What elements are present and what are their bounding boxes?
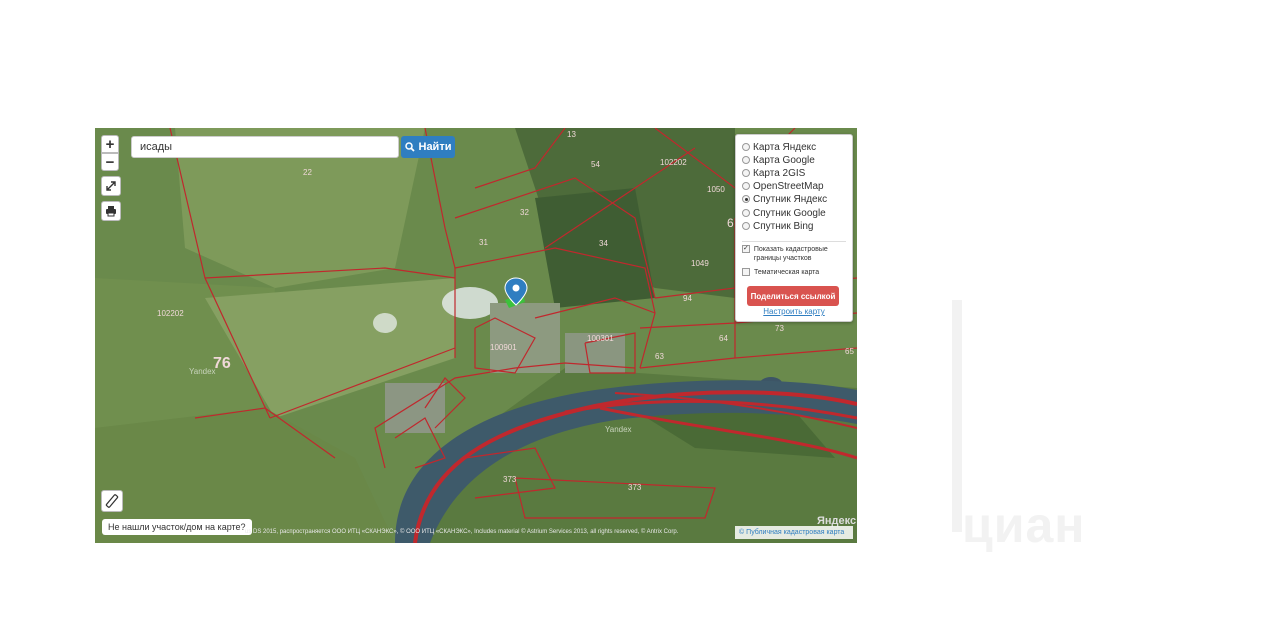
parcel-label: 100301 bbox=[587, 334, 614, 343]
parcel-label: 102202 bbox=[660, 158, 687, 167]
parcel-label: 6 bbox=[727, 216, 734, 230]
setup-map-link[interactable]: Настроить карту bbox=[736, 307, 852, 316]
layer-option-google-satellite[interactable]: Спутник Google bbox=[742, 207, 826, 219]
radio-button[interactable] bbox=[742, 222, 750, 230]
ruler-icon bbox=[105, 494, 119, 508]
search-icon bbox=[404, 142, 415, 152]
pkk-link-label: Публичная кадастровая карта bbox=[746, 529, 845, 536]
parcel-label: 22 bbox=[303, 168, 312, 177]
radio-button[interactable] bbox=[742, 143, 750, 151]
show-cadastral-checkbox-row[interactable]: ✓ Показать кадастровые границы участков bbox=[742, 245, 842, 263]
layer-label: Карта 2GIS bbox=[753, 167, 806, 179]
checkbox[interactable] bbox=[742, 268, 750, 276]
zoom-in-button[interactable]: + bbox=[101, 135, 119, 153]
cian-watermark: циан bbox=[962, 497, 1086, 553]
parcel-label: 373 bbox=[628, 483, 642, 492]
parcel-label: 64 bbox=[719, 334, 728, 343]
ruler-button[interactable] bbox=[101, 490, 123, 512]
checkbox-label: Тематическая карта bbox=[754, 269, 820, 276]
radio-button[interactable] bbox=[742, 169, 750, 177]
checkbox-label: Показать кадастровые границы участков bbox=[753, 246, 828, 262]
layer-option-google-map[interactable]: Карта Google bbox=[742, 154, 815, 166]
map-attribution: us DS 2015, распространяется ООО ИТЦ «СК… bbox=[245, 529, 679, 535]
parcel-label: 65 bbox=[845, 347, 854, 356]
layer-label: Спутник Яндекс bbox=[753, 193, 828, 205]
layer-option-bing-satellite[interactable]: Спутник Bing bbox=[742, 220, 814, 232]
map-view[interactable]: 22 54 102202 1050 32 31 34 102202 94 104… bbox=[95, 128, 857, 543]
layer-label: Спутник Bing bbox=[753, 220, 814, 232]
layer-option-openstreetmap[interactable]: OpenStreetMap bbox=[742, 180, 824, 192]
parcel-label: 34 bbox=[599, 239, 608, 248]
printer-icon bbox=[106, 206, 116, 217]
share-link-button[interactable]: Поделиться ссылкой bbox=[747, 286, 839, 306]
zoom-out-button[interactable]: − bbox=[101, 153, 119, 171]
parcel-label: 54 bbox=[591, 160, 600, 169]
checkbox-checked[interactable]: ✓ bbox=[742, 245, 750, 253]
layer-label: Карта Google bbox=[753, 154, 815, 166]
search-input[interactable] bbox=[131, 136, 399, 158]
parcel-label: 373 bbox=[503, 475, 517, 484]
radio-button[interactable] bbox=[742, 209, 750, 217]
parcel-label: 1050 bbox=[707, 185, 725, 194]
not-found-button[interactable]: Не нашли участок/дом на карте? bbox=[102, 519, 252, 535]
radio-button[interactable] bbox=[742, 156, 750, 164]
find-button[interactable]: Найти bbox=[401, 136, 455, 158]
yandex-watermark: Yandex bbox=[605, 425, 632, 434]
copyright-icon: © bbox=[739, 529, 745, 536]
watermark-bar bbox=[952, 300, 962, 532]
public-cadastral-map-link[interactable]: © Публичная кадастровая карта bbox=[735, 526, 853, 539]
expand-icon bbox=[106, 181, 116, 191]
parcel-label: 73 bbox=[775, 324, 784, 333]
parcel-label: 100901 bbox=[490, 343, 517, 352]
parcel-label: 1049 bbox=[691, 259, 709, 268]
find-button-label: Найти bbox=[418, 141, 452, 153]
parcel-label: 63 bbox=[655, 352, 664, 361]
yandex-watermark: Yandex bbox=[189, 367, 216, 376]
print-button[interactable] bbox=[101, 201, 121, 221]
radio-button[interactable] bbox=[742, 182, 750, 190]
layer-option-yandex-map[interactable]: Карта Яндекс bbox=[742, 141, 816, 153]
radio-button[interactable] bbox=[742, 195, 750, 203]
parcel-label: 102202 bbox=[157, 309, 184, 318]
layer-panel: Карта Яндекс Карта Google Карта 2GIS Ope… bbox=[735, 134, 853, 322]
layer-option-2gis-map[interactable]: Карта 2GIS bbox=[742, 167, 805, 179]
fullscreen-button[interactable] bbox=[101, 176, 121, 196]
layer-label: OpenStreetMap bbox=[753, 180, 824, 192]
layer-label: Спутник Google bbox=[753, 207, 826, 219]
parcel-label: 76 bbox=[213, 355, 231, 372]
parcel-label: 94 bbox=[683, 294, 692, 303]
divider bbox=[742, 241, 846, 242]
layer-label: Карта Яндекс bbox=[753, 141, 817, 153]
parcel-label: 13 bbox=[567, 130, 576, 139]
thematic-map-checkbox-row[interactable]: Тематическая карта bbox=[742, 268, 819, 277]
parcel-label: 31 bbox=[479, 238, 488, 247]
parcel-label: 32 bbox=[520, 208, 529, 217]
layer-option-yandex-satellite[interactable]: Спутник Яндекс bbox=[742, 193, 827, 205]
